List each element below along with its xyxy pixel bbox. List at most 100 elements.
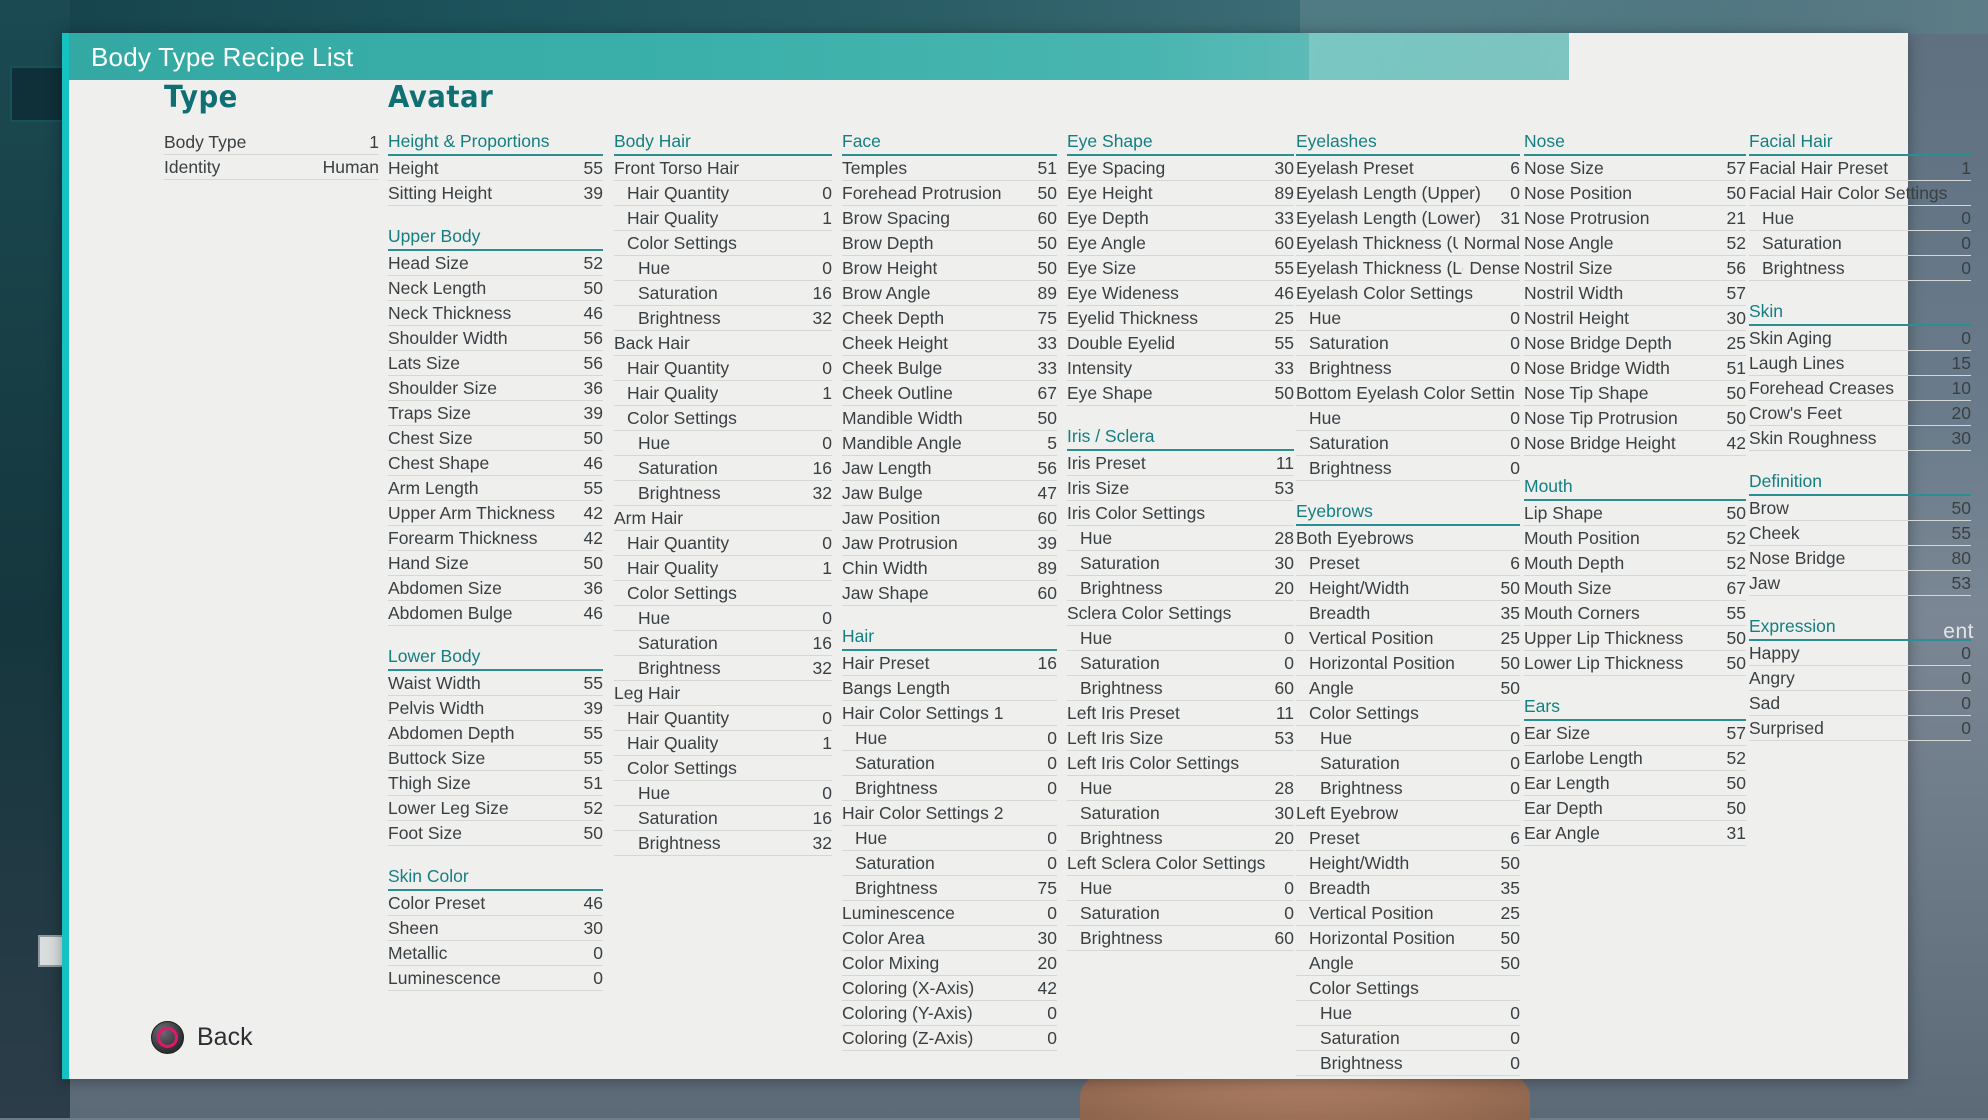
parameter-row[interactable]: Bottom Eyelash Color Settings bbox=[1296, 381, 1520, 406]
parameter-row[interactable]: Eyelid Thickness25 bbox=[1067, 306, 1294, 331]
parameter-row[interactable]: Color Settings bbox=[614, 756, 832, 781]
parameter-row[interactable]: Hue0 bbox=[614, 431, 832, 456]
parameter-row[interactable]: Mouth Depth52 bbox=[1524, 551, 1746, 576]
parameter-row[interactable]: Ear Angle31 bbox=[1524, 821, 1746, 846]
parameter-row[interactable]: Color Area30 bbox=[842, 926, 1057, 951]
parameter-row[interactable]: Horizontal Position50 bbox=[1296, 926, 1520, 951]
parameter-row[interactable]: Brow Depth50 bbox=[842, 231, 1057, 256]
parameter-row[interactable]: Hue0 bbox=[614, 256, 832, 281]
parameter-row[interactable]: Neck Thickness46 bbox=[388, 301, 603, 326]
parameter-row[interactable]: Hue28 bbox=[1067, 526, 1294, 551]
parameter-row[interactable]: Cheek Bulge33 bbox=[842, 356, 1057, 381]
parameter-row[interactable]: Brightness20 bbox=[1067, 576, 1294, 601]
parameter-row[interactable]: Brow50 bbox=[1749, 496, 1971, 521]
parameter-row[interactable]: Left Sclera Color Settings bbox=[1067, 851, 1294, 876]
parameter-row[interactable]: Bangs Length bbox=[842, 676, 1057, 701]
parameter-row[interactable]: Hair Preset16 bbox=[842, 651, 1057, 676]
parameter-row[interactable]: Hand Size50 bbox=[388, 551, 603, 576]
parameter-row[interactable]: Eyelash Color Settings bbox=[1296, 281, 1520, 306]
parameter-row[interactable]: Body Type1 bbox=[164, 130, 379, 155]
parameter-row[interactable]: Eyelash Length (Upper)0 bbox=[1296, 181, 1520, 206]
parameter-row[interactable]: Brightness0 bbox=[1296, 356, 1520, 381]
parameter-row[interactable]: Neck Length50 bbox=[388, 276, 603, 301]
parameter-row[interactable]: Chest Shape46 bbox=[388, 451, 603, 476]
parameter-row[interactable]: Brightness32 bbox=[614, 306, 832, 331]
parameter-row[interactable]: Color Settings bbox=[614, 581, 832, 606]
parameter-row[interactable]: Height/Width50 bbox=[1296, 576, 1520, 601]
parameter-row[interactable]: Hue0 bbox=[1067, 626, 1294, 651]
parameter-row[interactable]: Nose Bridge80 bbox=[1749, 546, 1971, 571]
parameter-row[interactable]: Forearm Thickness42 bbox=[388, 526, 603, 551]
parameter-row[interactable]: Mandible Width50 bbox=[842, 406, 1057, 431]
parameter-row[interactable]: Saturation0 bbox=[842, 751, 1057, 776]
parameter-row[interactable]: Cheek Height33 bbox=[842, 331, 1057, 356]
parameter-row[interactable]: Upper Lip Thickness50 bbox=[1524, 626, 1746, 651]
parameter-row[interactable]: Saturation0 bbox=[1296, 431, 1520, 456]
parameter-row[interactable]: Height55 bbox=[388, 156, 603, 181]
parameter-row[interactable]: Abdomen Depth55 bbox=[388, 721, 603, 746]
parameter-row[interactable]: Temples51 bbox=[842, 156, 1057, 181]
parameter-row[interactable]: Back Hair bbox=[614, 331, 832, 356]
parameter-row[interactable]: Abdomen Size36 bbox=[388, 576, 603, 601]
parameter-row[interactable]: Eye Depth33 bbox=[1067, 206, 1294, 231]
parameter-row[interactable]: Waist Width55 bbox=[388, 671, 603, 696]
parameter-row[interactable]: Jaw Position60 bbox=[842, 506, 1057, 531]
parameter-row[interactable]: Brightness0 bbox=[1749, 256, 1971, 281]
parameter-row[interactable]: Hue0 bbox=[842, 826, 1057, 851]
parameter-row[interactable]: Nose Tip Protrusion50 bbox=[1524, 406, 1746, 431]
parameter-row[interactable]: Nose Bridge Depth25 bbox=[1524, 331, 1746, 356]
parameter-row[interactable]: Mouth Corners55 bbox=[1524, 601, 1746, 626]
parameter-row[interactable]: Lats Size56 bbox=[388, 351, 603, 376]
parameter-row[interactable]: Mouth Size67 bbox=[1524, 576, 1746, 601]
parameter-row[interactable]: Sad0 bbox=[1749, 691, 1971, 716]
parameter-row[interactable]: Eyelash Length (Lower)31 bbox=[1296, 206, 1520, 231]
parameter-row[interactable]: Sitting Height39 bbox=[388, 181, 603, 206]
parameter-row[interactable]: Brightness20 bbox=[1067, 826, 1294, 851]
parameter-row[interactable]: Sclera Color Settings bbox=[1067, 601, 1294, 626]
parameter-row[interactable]: Saturation16 bbox=[614, 631, 832, 656]
parameter-row[interactable]: Cheek Depth75 bbox=[842, 306, 1057, 331]
parameter-row[interactable]: Ear Size57 bbox=[1524, 721, 1746, 746]
parameter-row[interactable]: Saturation30 bbox=[1067, 551, 1294, 576]
parameter-row[interactable]: Shoulder Size36 bbox=[388, 376, 603, 401]
parameter-row[interactable]: Saturation30 bbox=[1067, 801, 1294, 826]
parameter-row[interactable]: Brightness60 bbox=[1067, 926, 1294, 951]
parameter-row[interactable]: Brow Height50 bbox=[842, 256, 1057, 281]
parameter-row[interactable]: Saturation0 bbox=[842, 851, 1057, 876]
parameter-row[interactable]: Jaw53 bbox=[1749, 571, 1971, 596]
parameter-row[interactable]: Horizontal Position50 bbox=[1296, 651, 1520, 676]
parameter-row[interactable]: Vertical Position25 bbox=[1296, 626, 1520, 651]
parameter-row[interactable]: Hue0 bbox=[1296, 726, 1520, 751]
parameter-row[interactable]: Angry0 bbox=[1749, 666, 1971, 691]
parameter-row[interactable]: Nose Angle52 bbox=[1524, 231, 1746, 256]
parameter-row[interactable]: Facial Hair Preset1 bbox=[1749, 156, 1971, 181]
parameter-row[interactable]: Brightness60 bbox=[1067, 676, 1294, 701]
parameter-row[interactable]: Hair Quantity0 bbox=[614, 356, 832, 381]
parameter-row[interactable]: Saturation0 bbox=[1067, 901, 1294, 926]
parameter-row[interactable]: Hair Quantity0 bbox=[614, 531, 832, 556]
parameter-row[interactable]: Skin Roughness30 bbox=[1749, 426, 1971, 451]
parameter-row[interactable]: Hue0 bbox=[1749, 206, 1971, 231]
parameter-row[interactable]: Preset6 bbox=[1296, 826, 1520, 851]
parameter-row[interactable]: Left Iris Color Settings bbox=[1067, 751, 1294, 776]
parameter-row[interactable]: Brightness0 bbox=[842, 776, 1057, 801]
parameter-row[interactable]: Nose Bridge Height42 bbox=[1524, 431, 1746, 456]
parameter-row[interactable]: Head Size52 bbox=[388, 251, 603, 276]
parameter-row[interactable]: Laugh Lines15 bbox=[1749, 351, 1971, 376]
parameter-row[interactable]: Jaw Protrusion39 bbox=[842, 531, 1057, 556]
parameter-row[interactable]: Hue0 bbox=[1296, 406, 1520, 431]
back-button[interactable]: Back bbox=[151, 1021, 253, 1054]
parameter-row[interactable]: Double Eyelid55 bbox=[1067, 331, 1294, 356]
parameter-row[interactable]: Saturation0 bbox=[1296, 331, 1520, 356]
parameter-row[interactable]: Iris Preset11 bbox=[1067, 451, 1294, 476]
parameter-row[interactable]: Happy0 bbox=[1749, 641, 1971, 666]
parameter-row[interactable]: Nostril Size56 bbox=[1524, 256, 1746, 281]
parameter-row[interactable]: Lower Lip Thickness50 bbox=[1524, 651, 1746, 676]
parameter-row[interactable]: Earlobe Length52 bbox=[1524, 746, 1746, 771]
parameter-row[interactable]: Pelvis Width39 bbox=[388, 696, 603, 721]
parameter-row[interactable]: Ear Depth50 bbox=[1524, 796, 1746, 821]
parameter-row[interactable]: Saturation16 bbox=[614, 456, 832, 481]
parameter-row[interactable]: Hue0 bbox=[842, 726, 1057, 751]
parameter-row[interactable]: Hair Quantity0 bbox=[614, 706, 832, 731]
parameter-row[interactable]: Both Eyebrows bbox=[1296, 526, 1520, 551]
